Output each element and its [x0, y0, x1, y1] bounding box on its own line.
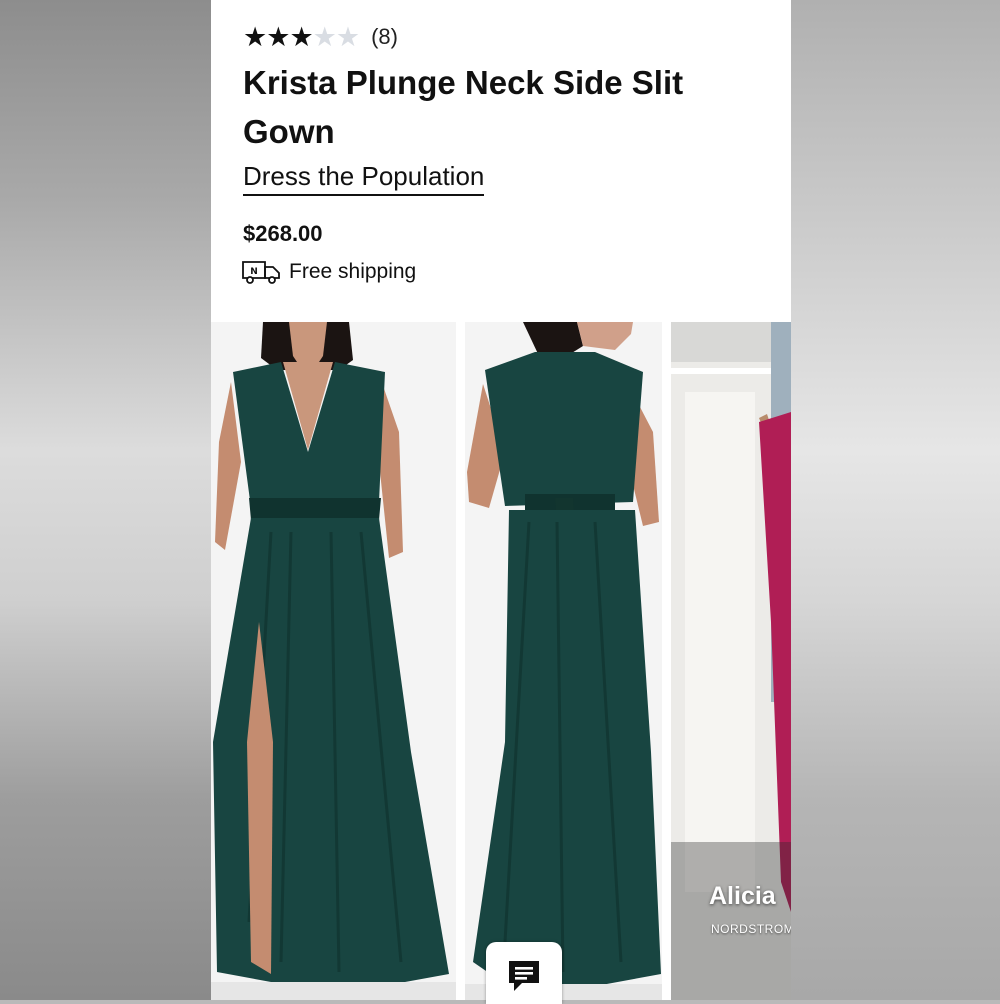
back-view-figure	[465, 322, 662, 1000]
star-icon: ★	[289, 22, 313, 52]
product-page: ★ ★ ★ ★ ★ (8) Krista Plunge Neck Side Sl…	[211, 0, 791, 1000]
product-image-front[interactable]	[211, 322, 456, 1000]
review-count[interactable]: (8)	[371, 24, 398, 50]
video-preview[interactable]: Alicia NORDSTROM	[671, 322, 791, 1000]
star-icon: ★	[266, 22, 290, 52]
star-rating: ★ ★ ★ ★ ★	[243, 22, 360, 52]
video-presenter-name: Alicia	[709, 882, 776, 910]
product-image-back[interactable]	[465, 322, 662, 1000]
front-view-figure	[211, 322, 456, 1000]
shipping-label: Free shipping	[289, 260, 417, 283]
brand-link[interactable]: Dress the Population	[243, 160, 485, 196]
rating-row[interactable]: ★ ★ ★ ★ ★ (8)	[243, 22, 398, 52]
star-empty-icon: ★	[335, 22, 360, 52]
background-right	[790, 0, 1000, 1000]
svg-text:N: N	[250, 267, 258, 277]
shipping-info: N Free shipping	[241, 259, 416, 285]
product-title: Krista Plunge Neck Side Slit Gown	[243, 64, 684, 150]
truck-icon: N	[242, 261, 280, 284]
video-store-label: NORDSTROM	[711, 922, 791, 936]
star-icon: ★	[243, 22, 267, 52]
image-gallery[interactable]: Alicia NORDSTROM	[211, 322, 791, 1000]
star-empty-icon: ★	[312, 22, 337, 52]
background-left	[0, 0, 211, 1000]
chat-icon	[509, 961, 539, 991]
product-price: $268.00	[243, 221, 323, 246]
chat-button[interactable]	[486, 942, 562, 1004]
